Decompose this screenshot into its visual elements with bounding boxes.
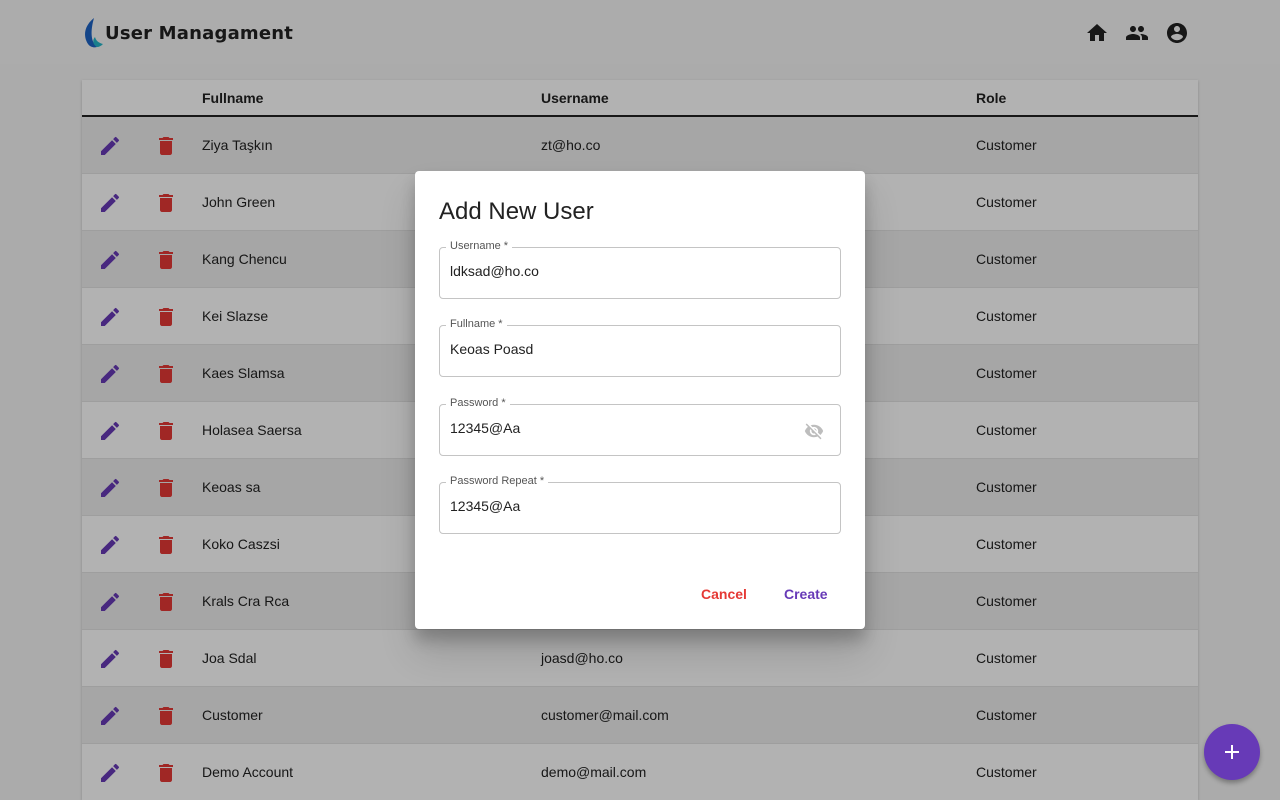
password-label: Password * [446,397,510,409]
add-user-button[interactable] [1204,724,1260,780]
password-field[interactable]: Password * [439,397,841,456]
visibility-off-icon[interactable] [804,421,824,441]
password-repeat-label: Password Repeat * [446,475,549,487]
username-field[interactable]: Username * [439,240,841,299]
cancel-button[interactable]: Cancel [701,586,747,602]
fullname-field[interactable]: Fullname * [439,318,841,377]
create-button[interactable]: Create [784,586,828,602]
plus-icon [1225,745,1239,759]
username-input[interactable] [450,263,790,279]
fullname-label: Fullname * [446,318,507,330]
dialog-title: Add New User [439,198,594,225]
password-input[interactable] [450,420,790,436]
username-label: Username * [446,240,513,252]
password-repeat-field[interactable]: Password Repeat * [439,475,841,534]
add-user-dialog: Add New User Username * Fullname * Passw… [415,171,865,629]
password-repeat-input[interactable] [450,498,790,514]
fullname-input[interactable] [450,341,790,357]
